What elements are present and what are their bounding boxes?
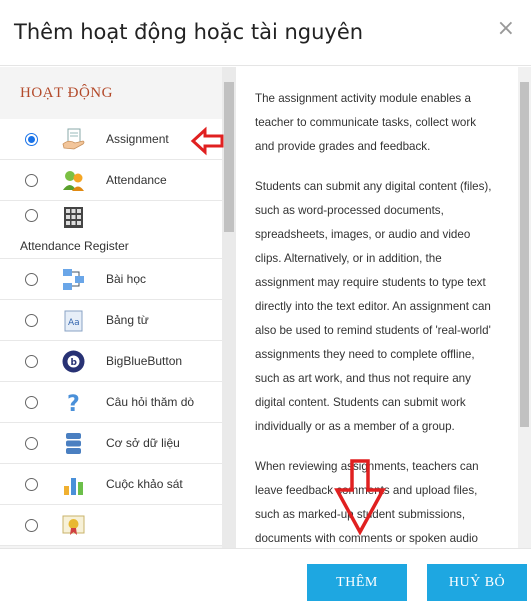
activity-item-certificate[interactable] <box>0 505 222 546</box>
bigbluebutton-icon: b <box>62 350 85 373</box>
svg-text:Aa: Aa <box>68 318 80 328</box>
activity-label: Attendance <box>106 173 167 187</box>
database-icon <box>66 433 81 454</box>
activity-list: Assignment Attendance Attendance Registe… <box>0 119 222 546</box>
attendance-register-icon <box>64 207 83 228</box>
activity-label: Cơ sở dữ liệu <box>106 436 180 450</box>
radio-choice[interactable] <box>25 396 38 409</box>
description-paragraph: The assignment activity module enables a… <box>255 92 477 153</box>
activity-list-scrollbar-thumb[interactable] <box>224 82 234 232</box>
activity-item-lesson[interactable]: Bài học <box>0 259 222 300</box>
radio-lesson[interactable] <box>25 273 38 286</box>
radio-assignment[interactable] <box>25 133 38 146</box>
survey-chart-icon <box>64 478 83 495</box>
dialog-header: Thêm hoạt động hoặc tài nguyên × <box>0 0 531 66</box>
lesson-flowchart-icon <box>63 269 84 290</box>
activity-item-attendance[interactable]: Attendance <box>0 160 222 201</box>
activity-item-attendance-register[interactable]: Attendance Register <box>0 201 222 259</box>
activity-label: Assignment <box>106 132 169 146</box>
glossary-book-icon: Aa <box>64 310 83 332</box>
section-title-activities: HOẠT ĐỘNG <box>20 85 113 101</box>
activity-item-survey[interactable]: Cuộc khảo sát <box>0 464 222 505</box>
radio-attendance[interactable] <box>25 174 38 187</box>
activity-item-choice[interactable]: ? Câu hỏi thăm dò <box>0 382 222 423</box>
description-scrollbar-thumb[interactable] <box>520 82 529 427</box>
activity-label: BigBlueButton <box>106 354 183 368</box>
radio-glossary[interactable] <box>25 314 38 327</box>
svg-text:?: ? <box>67 392 80 415</box>
radio-attendance-register[interactable] <box>25 209 38 222</box>
activity-description: The assignment activity module enables a… <box>238 67 516 548</box>
attendance-people-icon <box>63 171 84 191</box>
radio-certificate[interactable] <box>25 519 38 532</box>
assignment-hand-icon <box>62 128 85 150</box>
close-icon[interactable]: × <box>497 16 515 41</box>
activity-label: Bảng từ <box>106 313 149 327</box>
certificate-icon <box>62 515 85 535</box>
description-paragraph: Students can submit any digital content … <box>255 180 492 433</box>
cancel-button[interactable]: HUỶ BỎ <box>427 564 527 601</box>
add-button[interactable]: THÊM <box>307 564 407 601</box>
description-paragraph: When reviewing assignments, teachers can… <box>255 460 479 545</box>
activity-item-assignment[interactable]: Assignment <box>0 119 222 160</box>
activity-label: Bài học <box>106 272 147 286</box>
question-mark-icon: ? <box>67 392 80 415</box>
activity-label: Cuộc khảo sát <box>106 477 183 491</box>
activity-item-glossary[interactable]: Aa Bảng từ <box>0 300 222 341</box>
dialog-footer: THÊM HUỶ BỎ <box>0 548 531 604</box>
dialog-title: Thêm hoạt động hoặc tài nguyên <box>14 20 364 44</box>
add-activity-dialog: Thêm hoạt động hoặc tài nguyên × HOẠT ĐỘ… <box>0 0 531 604</box>
radio-survey[interactable] <box>25 478 38 491</box>
activity-item-bigbluebutton[interactable]: b BigBlueButton <box>0 341 222 382</box>
radio-database[interactable] <box>25 437 38 450</box>
activity-item-database[interactable]: Cơ sở dữ liệu <box>0 423 222 464</box>
svg-text:b: b <box>71 358 78 368</box>
activity-label: Attendance Register <box>20 239 129 253</box>
radio-bigbluebutton[interactable] <box>25 355 38 368</box>
activity-list-panel: HOẠT ĐỘNG Assignment Attendance Attendan… <box>0 67 236 548</box>
activity-label: Câu hỏi thăm dò <box>106 395 195 409</box>
